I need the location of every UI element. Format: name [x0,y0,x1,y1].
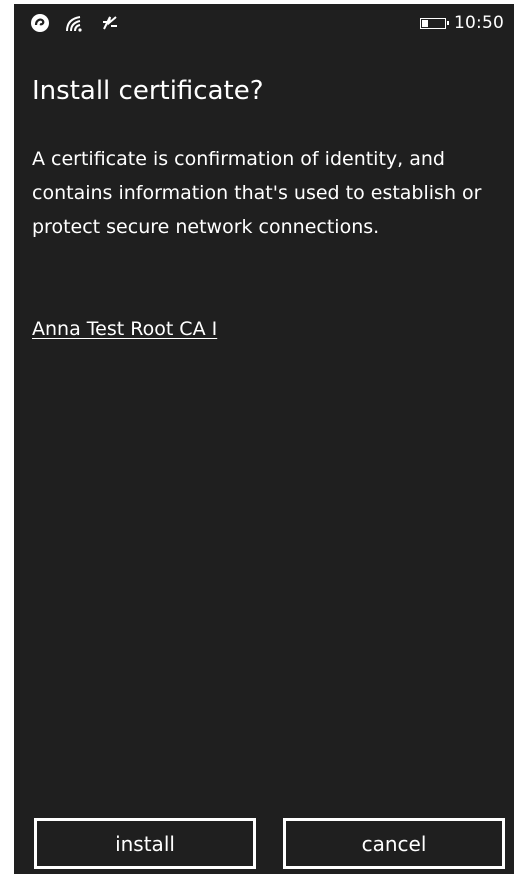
install-button[interactable]: install [34,818,256,869]
battery-tip [447,20,449,25]
cancel-button[interactable]: cancel [283,818,505,869]
phone-screen: 10:50 Install certificate? A certificate… [14,4,514,874]
status-icons [30,13,120,33]
certificate-name-link[interactable]: Anna Test Root CA I [32,312,217,346]
nfc-icon [30,13,50,33]
battery-level [422,19,428,27]
page-title: Install certificate? [32,76,264,106]
data-sense-icon [100,13,120,33]
battery-icon [420,17,449,29]
status-right: 10:50 [420,13,504,33]
certificate-description: A certificate is confirmation of identit… [32,148,482,238]
wifi-icon [64,13,86,33]
status-bar: 10:50 [14,4,514,44]
clock: 10:50 [454,13,504,33]
